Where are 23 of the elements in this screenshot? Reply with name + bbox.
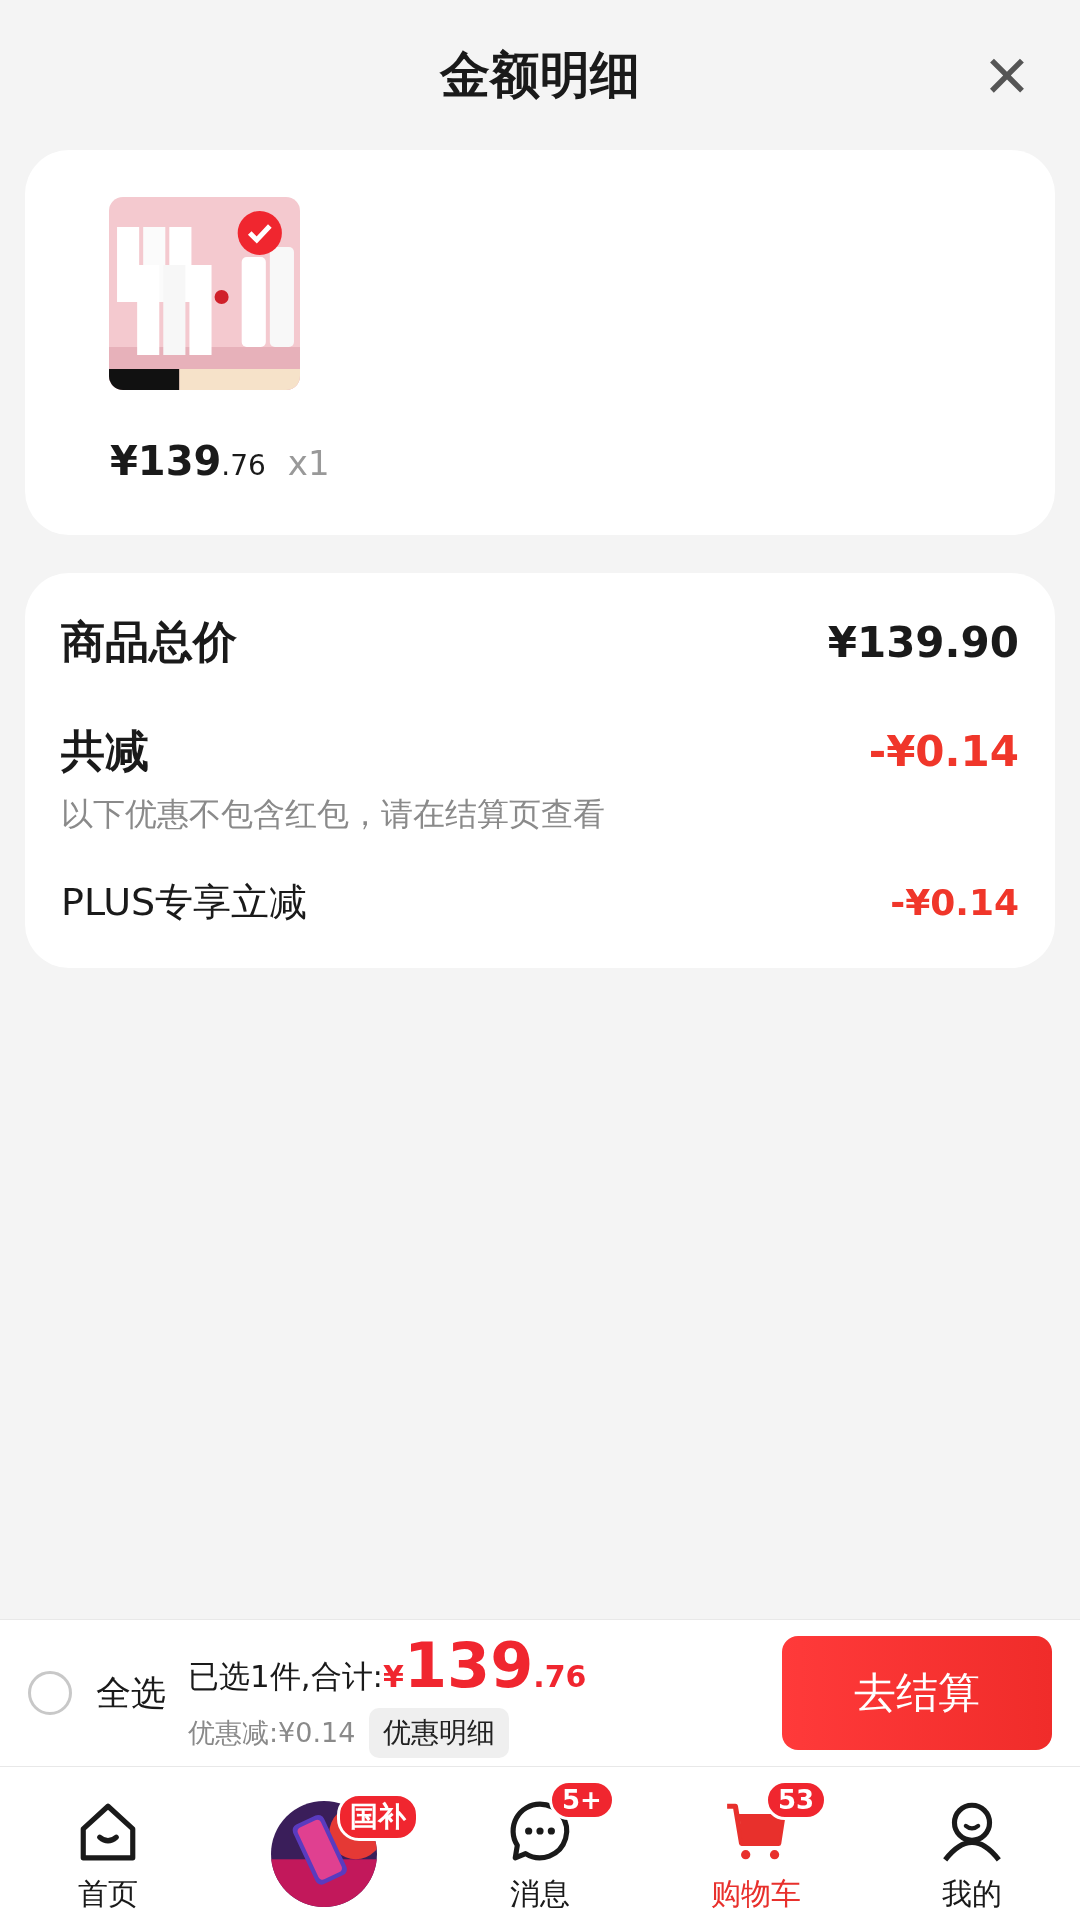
- close-button[interactable]: ×: [972, 40, 1042, 110]
- total-value: ¥139.90: [827, 618, 1019, 667]
- total-label: 商品总价: [61, 615, 237, 669]
- discount-item-value: -¥0.14: [890, 882, 1019, 923]
- quantity: x1: [287, 443, 330, 483]
- tab-item[interactable]: 首页: [18, 1771, 198, 1915]
- discount-item-label: PLUS专享立减: [61, 879, 308, 926]
- discount-label: 共减: [61, 724, 149, 778]
- discount-details-button[interactable]: 优惠明细: [369, 1707, 510, 1758]
- total-amount: ¥139.76: [383, 1628, 587, 1702]
- sheet-title: 金额明细: [440, 44, 640, 106]
- select-all-label[interactable]: 全选: [96, 1669, 166, 1717]
- badge: 国补: [337, 1793, 419, 1841]
- checkout-button[interactable]: 去结算: [782, 1636, 1052, 1750]
- select-all-radio[interactable]: [28, 1671, 72, 1715]
- tab-item[interactable]: 5+ 消息: [450, 1771, 630, 1915]
- discount-summary: 优惠减:¥0.14: [188, 1715, 356, 1750]
- discount-value: -¥0.14: [868, 727, 1019, 776]
- tab-item[interactable]: 我的: [882, 1771, 1062, 1915]
- item-price: ¥139.76: [110, 438, 266, 484]
- tab-item[interactable]: 53 购物车: [666, 1771, 846, 1915]
- discount-note: 以下优惠不包含红包，请在结算页查看: [61, 794, 606, 835]
- selected-summary: 已选1件,合计:: [188, 1656, 384, 1696]
